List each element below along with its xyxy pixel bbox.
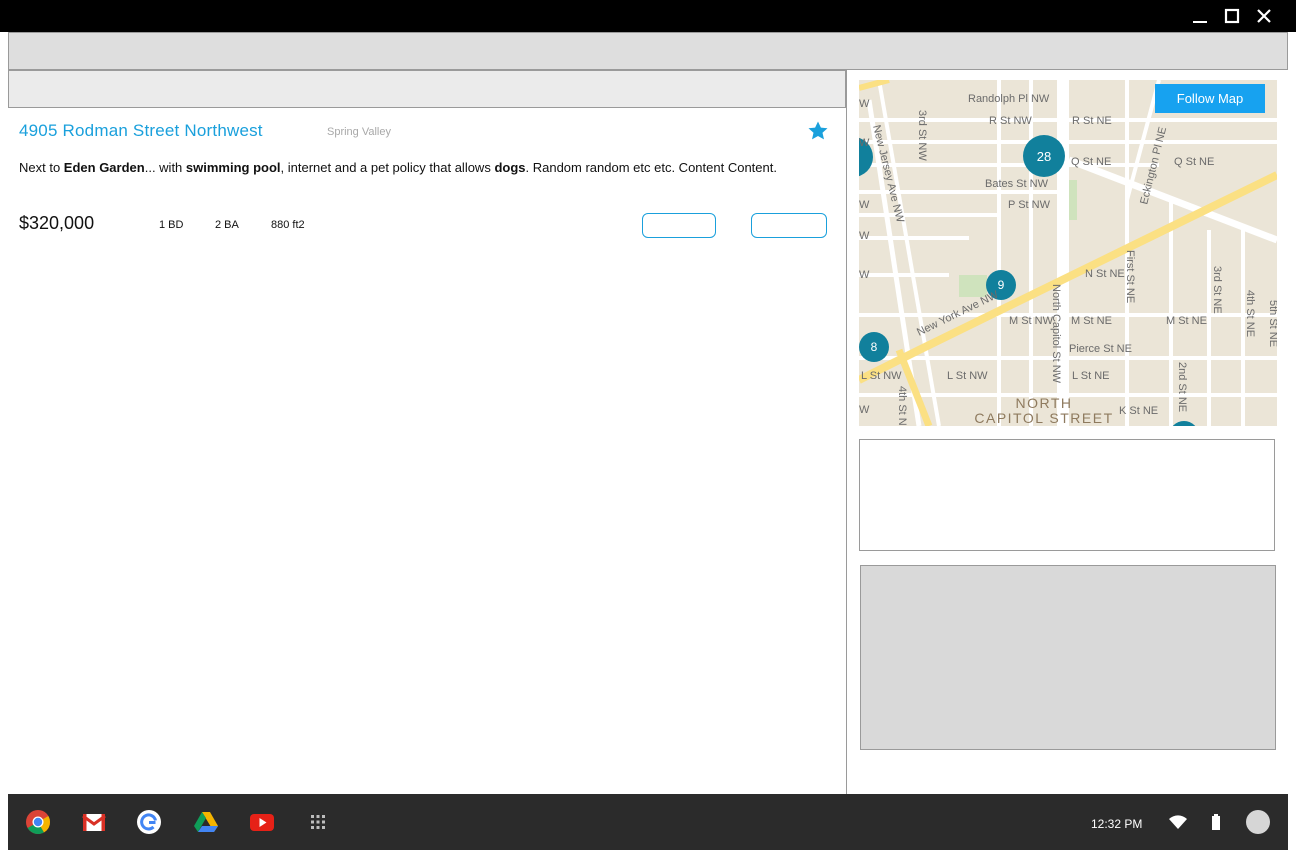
listing-price: $320,000 (19, 213, 95, 233)
os-shelf: 12:32 PM (8, 794, 1288, 850)
map-view[interactable]: 28 9 8 Randolph Pl NW R St NW R St NE Q … (859, 80, 1277, 426)
map-label-l-nw-2: L St NW (947, 370, 988, 382)
close-icon[interactable] (1254, 6, 1274, 26)
map-label-3rd-ne: 3rd St NE (1211, 266, 1223, 314)
listing-area: 880 ft2 (271, 219, 305, 231)
user-avatar[interactable] (1246, 810, 1270, 834)
follow-map-button[interactable]: Follow Map (1155, 84, 1265, 113)
listing-action-button-2[interactable] (751, 213, 827, 238)
maximize-icon[interactable] (1222, 6, 1242, 26)
map-label-m-nw: M St NW (1009, 315, 1054, 327)
map-label-m-ne: M St NE (1071, 315, 1112, 327)
map-label-q-ne-2: Q St NE (1174, 156, 1214, 168)
app-toolbar (8, 32, 1288, 70)
map-label-l-nw: L St NW (861, 370, 902, 382)
listing-description: Next to Eden Garden... with swimming poo… (19, 160, 777, 175)
info-panel (859, 439, 1275, 551)
battery-icon[interactable] (1210, 814, 1222, 830)
map-label-first-ne: First St NE (1124, 250, 1136, 303)
map-district-line-1: NORTH (1015, 395, 1072, 411)
map-label-r-ne: R St NE (1072, 115, 1112, 127)
map-label-5th-ne: 5th St NE (1267, 300, 1277, 347)
map-label-2nd-ne: 2nd St NE (1176, 362, 1188, 412)
map-label-n-ne: N St NE (1085, 268, 1125, 280)
app-content: 4905 Rodman Street Northwest Spring Vall… (8, 70, 1288, 794)
minimize-icon[interactable] (1190, 6, 1210, 26)
drive-icon[interactable] (192, 808, 220, 836)
listing-bathrooms: 2 BA (215, 219, 239, 231)
listing-neighborhood: Spring Valley (327, 126, 391, 138)
chrome-icon[interactable] (24, 808, 52, 836)
window-title-bar (0, 0, 1296, 32)
map-label-r-nw: R St NW (989, 115, 1032, 127)
map-label-w1: W (859, 98, 870, 110)
listing-bedrooms: 1 BD (159, 219, 184, 231)
map-label-w5: W (859, 269, 870, 281)
favorite-star-icon[interactable] (806, 119, 830, 143)
map-label-q-ne: Q St NE (1071, 156, 1111, 168)
map-district-line-2: CAPITOL STREET (974, 410, 1113, 426)
gmail-icon[interactable] (80, 808, 108, 836)
youtube-icon[interactable] (248, 808, 276, 836)
app-launcher-icon[interactable] (304, 808, 332, 836)
map-label-w2: W (859, 137, 870, 149)
map-label-w4: W (859, 230, 870, 242)
map-label-l-ne: L St NE (1072, 370, 1110, 382)
map-label-k-ne: K St NE (1119, 405, 1158, 417)
listing-pane: 4905 Rodman Street Northwest Spring Vall… (8, 70, 847, 794)
map-label-w3: W (859, 199, 870, 211)
map-cluster-8-label: 8 (871, 340, 878, 354)
map-canvas[interactable]: 28 9 8 Randolph Pl NW R St NW R St NE Q … (859, 80, 1277, 426)
map-cluster-9-label: 9 (998, 278, 1005, 292)
map-label-4th-nw: 4th St N (896, 386, 908, 426)
map-label-w6: W (859, 404, 870, 416)
map-label-m-ne-2: M St NE (1166, 315, 1207, 327)
filter-bar (8, 70, 846, 108)
map-label-north-capitol: North Capitol St NW (1050, 284, 1062, 384)
image-placeholder (860, 565, 1276, 750)
listing-action-button-1[interactable] (642, 213, 716, 238)
map-label-bates: Bates St NW (985, 178, 1049, 190)
map-cluster-28-label: 28 (1037, 149, 1051, 164)
wifi-icon[interactable] (1168, 814, 1188, 830)
map-label-p-nw: P St NW (1008, 199, 1051, 211)
map-label-4th-ne: 4th St NE (1244, 290, 1256, 337)
google-icon[interactable] (135, 808, 163, 836)
map-label-3rd-nw: 3rd St NW (916, 110, 928, 161)
map-label-randolph: Randolph Pl NW (968, 93, 1050, 105)
map-label-pierce: Pierce St NE (1069, 343, 1132, 355)
system-clock[interactable]: 12:32 PM (1091, 817, 1142, 831)
listing-title[interactable]: 4905 Rodman Street Northwest (19, 121, 263, 141)
